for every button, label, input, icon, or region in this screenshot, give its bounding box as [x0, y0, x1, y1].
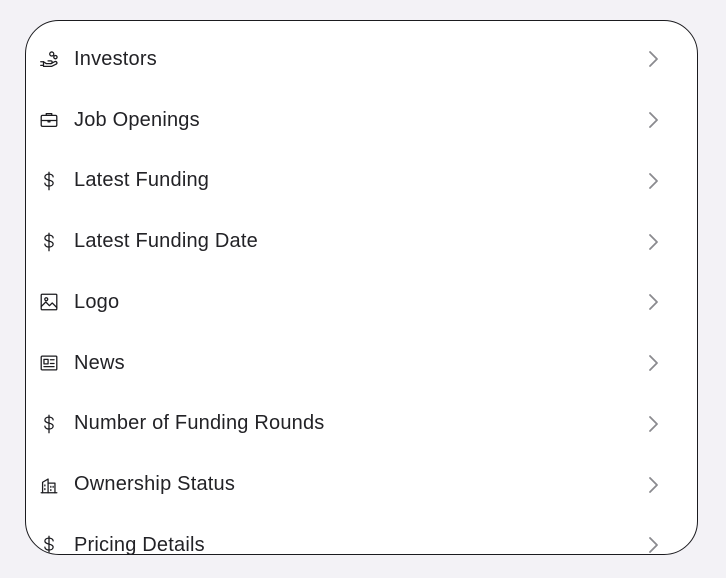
dollar-icon	[37, 230, 61, 254]
chevron-right-icon	[647, 49, 661, 69]
list-item-news[interactable]: News	[26, 333, 697, 394]
chevron-right-icon	[647, 292, 661, 312]
list-item-number-of-funding-rounds[interactable]: Number of Funding Rounds	[26, 394, 697, 455]
list-item-ownership-status[interactable]: Ownership Status	[26, 454, 697, 515]
chevron-right-icon	[647, 414, 661, 434]
dollar-icon	[37, 412, 61, 436]
dollar-icon	[37, 169, 61, 193]
list-item-latest-funding-date[interactable]: Latest Funding Date	[26, 211, 697, 272]
list-item-logo[interactable]: Logo	[26, 272, 697, 333]
chevron-right-icon	[647, 475, 661, 495]
list-item-label: Number of Funding Rounds	[74, 412, 325, 435]
list-item-label: Logo	[74, 290, 120, 313]
chevron-right-icon	[647, 353, 661, 373]
field-list: Investors Job Openings Latest Funding La…	[26, 29, 697, 555]
list-item-label: Investors	[74, 47, 157, 70]
chevron-right-icon	[647, 232, 661, 252]
list-item-job-openings[interactable]: Job Openings	[26, 90, 697, 151]
list-item-latest-funding[interactable]: Latest Funding	[26, 151, 697, 212]
dollar-icon	[37, 533, 61, 554]
buildings-icon	[37, 473, 61, 497]
image-icon	[37, 290, 61, 314]
field-list-panel: Investors Job Openings Latest Funding La…	[25, 20, 698, 555]
list-item-label: Latest Funding Date	[74, 230, 258, 253]
list-item-label: Job Openings	[74, 108, 200, 131]
chevron-right-icon	[647, 110, 661, 130]
list-item-label: Ownership Status	[74, 473, 236, 496]
list-item-label: Latest Funding	[74, 169, 210, 192]
briefcase-icon	[37, 108, 61, 132]
newspaper-icon	[37, 351, 61, 375]
list-item-pricing-details[interactable]: Pricing Details	[26, 515, 697, 555]
chevron-right-icon	[647, 535, 661, 554]
list-item-label: Pricing Details	[74, 533, 205, 555]
list-item-investors[interactable]: Investors	[26, 29, 697, 90]
chevron-right-icon	[647, 171, 661, 191]
list-item-label: News	[74, 351, 125, 374]
hand-coins-icon	[37, 47, 61, 71]
